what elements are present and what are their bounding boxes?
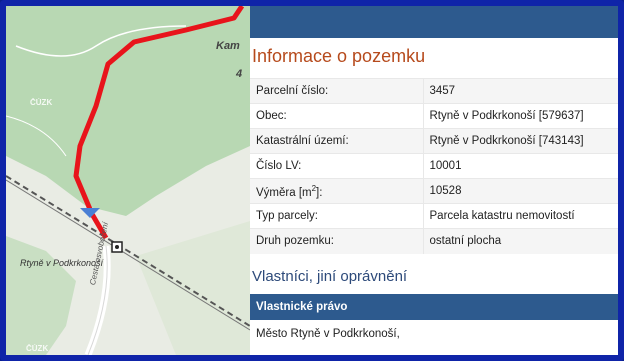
- row-value: Rtyně v Podkrkonoší [743143]: [422, 128, 618, 154]
- ownership-band: Vlastnické právo: [250, 293, 618, 320]
- table-row: Výměra [m2]: 10528: [250, 178, 618, 204]
- row-key: Číslo LV:: [250, 153, 423, 179]
- window-frame: Kam 4 Rtyně v Podkrkonoší Cesta osvoboze…: [0, 0, 624, 361]
- row-key: Druh pozemku:: [250, 228, 423, 254]
- map-label-hill-number: 4: [236, 68, 243, 80]
- row-key: Katastrální území:: [250, 128, 423, 154]
- panel-header-bar: [250, 6, 618, 38]
- row-value: 10528: [422, 178, 618, 204]
- row-value: 3457: [422, 78, 618, 104]
- parcel-info-table: Parcelní číslo: 3457 Obec: Rtyně v Podkr…: [250, 78, 618, 254]
- owners-section-title: Vlastníci, jiní oprávnění: [252, 267, 408, 285]
- row-key-area: Výměra [m2]:: [250, 178, 423, 204]
- map-canvas[interactable]: [6, 6, 250, 355]
- row-key: Parcelní číslo:: [250, 78, 423, 104]
- parcel-info-panel: Informace o pozemku Parcelní číslo: 3457…: [250, 6, 618, 355]
- table-row: Katastrální území: Rtyně v Podkrkonoší […: [250, 128, 618, 154]
- map-view[interactable]: Kam 4 Rtyně v Podkrkonoší Cesta osvoboze…: [6, 6, 250, 355]
- table-row: Obec: Rtyně v Podkrkonoší [579637]: [250, 103, 618, 129]
- row-key: Obec:: [250, 103, 423, 129]
- row-value: Rtyně v Podkrkonoší [579637]: [422, 103, 618, 129]
- map-label-hill: Kam: [216, 40, 240, 52]
- owner-text[interactable]: Město Rtyně v Podkrkonoší,: [250, 320, 618, 348]
- watermark: ČÚZK: [30, 98, 53, 107]
- row-value: ostatní plocha: [422, 228, 618, 254]
- table-row: Číslo LV: 10001: [250, 153, 618, 179]
- table-row: Parcelní číslo: 3457: [250, 78, 618, 104]
- watermark: ČÚZK: [26, 344, 49, 353]
- row-key: Typ parcely:: [250, 203, 423, 229]
- row-value: Parcela katastru nemovitostí: [422, 203, 618, 229]
- row-value: 10001: [422, 153, 618, 179]
- table-row: Druh pozemku: ostatní plocha: [250, 228, 618, 254]
- table-row: Typ parcely: Parcela katastru nemovitost…: [250, 203, 618, 229]
- panel-title: Informace o pozemku: [252, 46, 426, 66]
